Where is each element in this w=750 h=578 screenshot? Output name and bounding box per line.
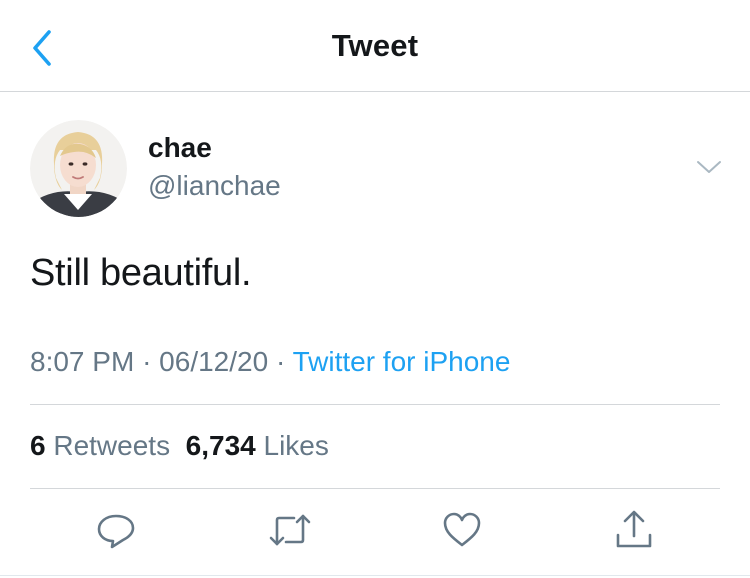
- retweet-button[interactable]: [268, 508, 312, 552]
- page-title: Tweet: [331, 28, 419, 63]
- likes-count: 6,734: [185, 430, 256, 461]
- like-button[interactable]: [440, 508, 484, 552]
- likes-stat[interactable]: 6,734 Likes: [186, 430, 329, 461]
- tweet-stats: 6 Retweets 6,734 Likes: [30, 430, 329, 462]
- retweets-stat[interactable]: 6 Retweets: [30, 430, 170, 461]
- tweet-meta: 8:07 PM · 06/12/20 · Twitter for iPhone: [30, 346, 510, 378]
- meta-separator: ·: [142, 346, 152, 377]
- reply-icon: [97, 514, 135, 549]
- divider: [30, 488, 720, 489]
- top-nav-bar: Tweet: [0, 0, 750, 92]
- author-handle[interactable]: @lianchae: [148, 170, 281, 202]
- share-button[interactable]: [612, 508, 656, 552]
- reply-button[interactable]: [94, 508, 138, 552]
- like-icon: [443, 512, 481, 547]
- tweet-menu-button[interactable]: [688, 152, 730, 182]
- share-icon: [616, 510, 652, 548]
- tweet-time: 8:07 PM: [30, 346, 135, 377]
- likes-label: Likes: [263, 430, 329, 461]
- tweet-actions-bar: [0, 508, 750, 558]
- retweets-count: 6: [30, 430, 46, 461]
- tweet-date: 06/12/20: [159, 346, 269, 377]
- retweets-label: Retweets: [53, 430, 171, 461]
- chevron-down-icon: [697, 161, 721, 173]
- avatar[interactable]: [30, 120, 127, 217]
- author-display-name[interactable]: chae: [148, 132, 212, 164]
- meta-separator: ·: [275, 346, 286, 377]
- divider: [0, 575, 750, 576]
- retweet-icon: [269, 514, 311, 546]
- tweet-source-link[interactable]: Twitter for iPhone: [293, 346, 511, 377]
- divider: [30, 404, 720, 405]
- tweet-text: Still beautiful.: [30, 252, 252, 294]
